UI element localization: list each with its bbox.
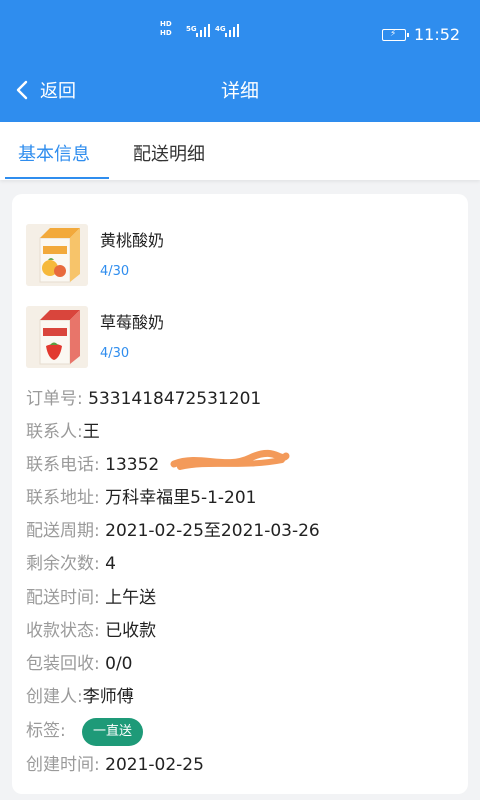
creator-value: 李师傅 [82, 687, 134, 707]
hd-label: HD [160, 20, 172, 28]
product-count: 4/30 [100, 264, 130, 279]
created-time-value: 2021-02-25 [105, 755, 204, 775]
created-time-label: 创建时间: [26, 755, 100, 775]
period-value: 2021-02-25至2021-03-26 [105, 521, 320, 541]
phone-label: 联系电话: [26, 455, 100, 475]
packaging-label: 包装回收: [26, 654, 100, 674]
remaining-value: 4 [105, 554, 116, 574]
delivery-time-value: 上午送 [105, 588, 157, 608]
address-row: 联系地址: 万科幸福里5-1-201 [26, 487, 257, 509]
tag-label: 标签: [26, 721, 66, 741]
signal-icon [196, 24, 210, 37]
tab-delivery-detail[interactable]: 配送明细 [133, 140, 205, 166]
address-label: 联系地址: [26, 488, 100, 508]
phone-row: 联系电话: 13352 [26, 454, 159, 476]
page-title: 详细 [220, 80, 259, 102]
address-value: 万科幸福里5-1-201 [105, 488, 257, 508]
payment-status-row: 收款状态: 已收款 [26, 620, 156, 642]
contact-value: 王 [82, 422, 100, 442]
period-label: 配送周期: [26, 521, 100, 541]
signal-icon [225, 24, 239, 37]
product-name: 黄桃酸奶 [100, 231, 165, 250]
packaging-value: 0/0 [105, 654, 133, 674]
active-tab-indicator [5, 177, 109, 179]
created-time-row: 创建时间: 2021-02-25 [26, 754, 204, 776]
product-count: 4/30 [100, 346, 130, 361]
delivery-time-row: 配送时间: 上午送 [26, 587, 156, 609]
redaction-scribble [170, 449, 290, 470]
tab-bar: 基本信息 配送明细 [0, 122, 480, 180]
strawberry-yogurt-image [26, 306, 88, 368]
order-number-label: 订单号: [26, 389, 83, 409]
order-number-value: 5331418472531201 [88, 389, 262, 409]
creator-row: 创建人:李师傅 [26, 686, 134, 708]
remaining-row: 剩余次数: 4 [26, 553, 116, 575]
hd-label: HD [160, 29, 172, 37]
product-item[interactable]: 草莓酸奶 4/30 [26, 306, 326, 370]
phone-value: 13352 [105, 455, 160, 475]
detail-card: 黄桃酸奶 4/30 草莓酸奶 4/30 订单号: 533141847253120… [12, 194, 468, 794]
battery-icon: ⚡ [382, 29, 409, 41]
clock: 11:52 [414, 25, 461, 44]
payment-status-label: 收款状态: [26, 621, 100, 641]
nav-bar: 返回 详细 [0, 58, 480, 122]
remaining-label: 剩余次数: [26, 554, 100, 574]
delivery-time-label: 配送时间: [26, 588, 100, 608]
contact-row: 联系人:王 [26, 421, 100, 443]
product-item[interactable]: 黄桃酸奶 4/30 [26, 224, 326, 288]
product-name: 草莓酸奶 [100, 313, 165, 332]
period-row: 配送周期: 2021-02-25至2021-03-26 [26, 520, 320, 542]
status-bar: HD HD 5G 4G ⚡ 11:52 [0, 0, 480, 58]
payment-status-value: 已收款 [105, 621, 157, 641]
tab-basic-info[interactable]: 基本信息 [18, 140, 90, 166]
contact-label: 联系人: [26, 422, 83, 442]
tag-badge[interactable]: 一直送 [82, 718, 144, 746]
network-type-indicator: HD HD [160, 20, 172, 38]
order-number-row: 订单号: 5331418472531201 [26, 388, 261, 410]
peach-yogurt-image [26, 224, 88, 286]
creator-label: 创建人: [26, 687, 83, 707]
packaging-row: 包装回收: 0/0 [26, 653, 133, 675]
tag-row: 标签: [26, 720, 66, 742]
